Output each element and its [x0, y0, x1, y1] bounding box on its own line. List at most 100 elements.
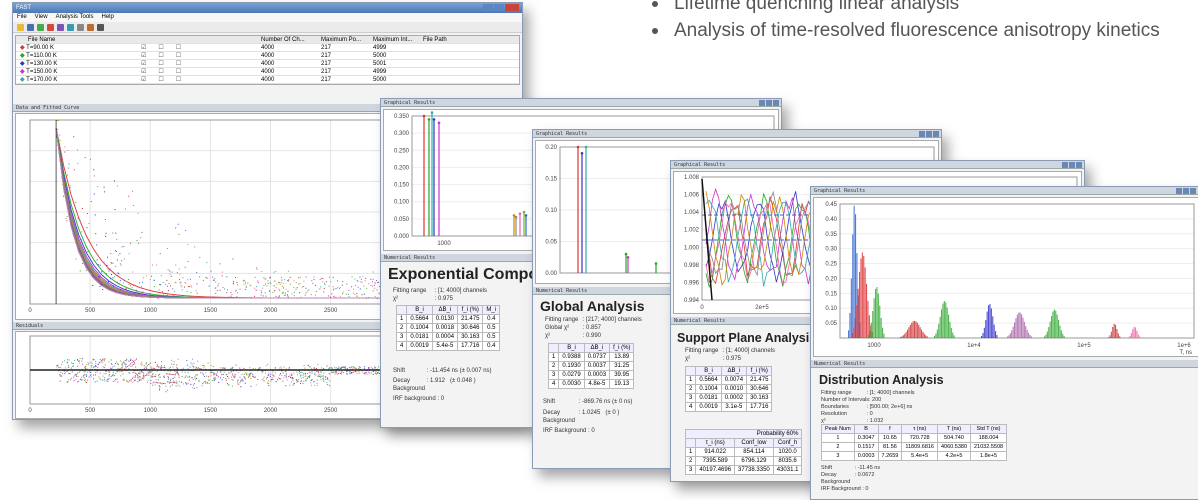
data-point: [191, 286, 193, 288]
data-point: [172, 288, 174, 290]
data-point: [319, 288, 321, 290]
y-tick-label: 0.300: [394, 131, 410, 137]
settings-icon[interactable]: [77, 24, 84, 31]
data-point: [262, 295, 264, 297]
data-point: [105, 232, 107, 234]
residual-point: [337, 373, 339, 375]
data-point: [364, 280, 366, 282]
residual-point: [72, 362, 74, 364]
export-icon[interactable]: [87, 24, 94, 31]
file-checkbox-cells[interactable]: ☑☐☐: [111, 68, 261, 75]
residual-point: [214, 373, 216, 375]
y-tick-label: 0.25: [825, 262, 837, 268]
menu-file[interactable]: File: [17, 13, 27, 22]
data-point: [128, 294, 130, 296]
x-tick-label: 1e+6: [1177, 343, 1191, 349]
file-checkbox-cells[interactable]: ☑☐☐: [111, 60, 261, 67]
residual-point: [94, 366, 96, 368]
close-icon[interactable]: [505, 4, 519, 11]
column-channels[interactable]: Number Of Ch...: [261, 36, 321, 43]
file-row[interactable]: ◆ T=110.00 K ☑☐☐ 4000 217 5000: [16, 52, 519, 60]
distribution-bar: [1133, 326, 1135, 338]
residual-point: [102, 366, 104, 368]
column-max-position[interactable]: Maximum Po...: [321, 36, 373, 43]
file-row[interactable]: ◆ T=170.00 K ☑☐☐ 4000 217 5000: [16, 76, 519, 84]
data-point: [187, 285, 189, 287]
file-row[interactable]: ◆ T=150.00 K ☑☐☐ 4000 217 4999: [16, 68, 519, 76]
residual-point: [68, 366, 70, 368]
residual-point: [234, 377, 236, 379]
column-max-intensity[interactable]: Maximum Int...: [373, 36, 423, 43]
dist-graph-plot[interactable]: 0.45 0.40 0.35 0.30 0.25 0.20 0.15 0.10 0.05 1000…: [813, 197, 1198, 357]
fitting-label: Fitting range: [685, 348, 719, 354]
residual-point: [273, 375, 275, 377]
data-point: [196, 272, 198, 274]
data-point: [95, 233, 97, 235]
residual-point: [241, 380, 243, 382]
minimize-icon[interactable]: [483, 4, 493, 11]
file-checkbox-cells[interactable]: ☑☐☐: [111, 76, 261, 83]
file-row[interactable]: ◆ T=130.00 K ☑☐☐ 4000 217 5001: [16, 60, 519, 68]
residual-point: [105, 373, 107, 375]
menu-analysis-tools[interactable]: Analysis Tools: [56, 13, 94, 22]
open-icon[interactable]: [17, 24, 24, 31]
fit-icon[interactable]: [67, 24, 74, 31]
file-row[interactable]: ◆ T=90.00 K ☑☐☐ 4000 217 4999: [16, 44, 519, 52]
data-point: [375, 280, 377, 282]
distribution-bar: [901, 336, 903, 338]
distribution-bar: [860, 258, 862, 338]
delete-icon[interactable]: [47, 24, 54, 31]
data-point: [315, 290, 317, 292]
residual-point: [169, 370, 171, 372]
save-icon[interactable]: [27, 24, 34, 31]
data-point: [108, 281, 110, 283]
residual-point: [231, 379, 233, 381]
residual-point: [223, 371, 225, 373]
x-tick-label: 0: [700, 305, 704, 311]
residual-point: [135, 376, 137, 378]
residual-point: [174, 382, 176, 384]
residual-point: [372, 368, 374, 370]
residual-point: [192, 387, 194, 389]
data-point: [215, 293, 217, 295]
distribution-bar: [1009, 333, 1011, 338]
residual-point: [68, 364, 70, 366]
exp-results-table: B_i ΔB_i f_i (%) M_i 1 0.5664 0.0130 21.475 0.4 2…: [395, 305, 501, 351]
add-icon[interactable]: [37, 24, 44, 31]
residual-point: [194, 377, 196, 379]
menu-help[interactable]: Help: [102, 13, 114, 22]
file-checkbox-cells[interactable]: ☑☐☐: [111, 44, 261, 51]
data-point: [372, 278, 374, 280]
residual-point: [207, 362, 209, 364]
data-point: [63, 195, 65, 197]
chart-icon[interactable]: [57, 24, 64, 31]
residual-point: [130, 379, 132, 381]
residual-point: [172, 382, 174, 384]
maximize-icon[interactable]: [494, 4, 504, 11]
data-point: [166, 285, 168, 287]
data-point: [288, 296, 290, 298]
distribution-bar: [879, 305, 881, 338]
print-icon[interactable]: [97, 24, 104, 31]
data-point: [112, 285, 114, 287]
menu-view[interactable]: View: [35, 13, 48, 22]
table-cell: 39.95: [609, 370, 635, 380]
residual-point: [95, 371, 97, 373]
table-header-cell: [395, 305, 408, 315]
residual-point: [320, 371, 322, 373]
residual-point: [270, 373, 272, 375]
table-header-cell: B_i: [558, 343, 585, 353]
distribution-bar: [922, 331, 924, 338]
channels-cell: 4000: [261, 77, 275, 83]
column-file-path[interactable]: File Path: [423, 36, 483, 43]
column-file-name[interactable]: File Name: [16, 36, 111, 43]
file-checkbox-cells[interactable]: ☑☐☐: [111, 52, 261, 59]
distribution-bar: [996, 335, 998, 338]
distribution-bar: [949, 321, 951, 338]
data-point: [237, 284, 239, 286]
y-tick-label: 1.004: [684, 210, 700, 216]
residual-point: [117, 367, 119, 369]
x-tick-label: 1500: [204, 308, 218, 314]
data-point: [376, 297, 378, 299]
data-point: [139, 282, 141, 284]
